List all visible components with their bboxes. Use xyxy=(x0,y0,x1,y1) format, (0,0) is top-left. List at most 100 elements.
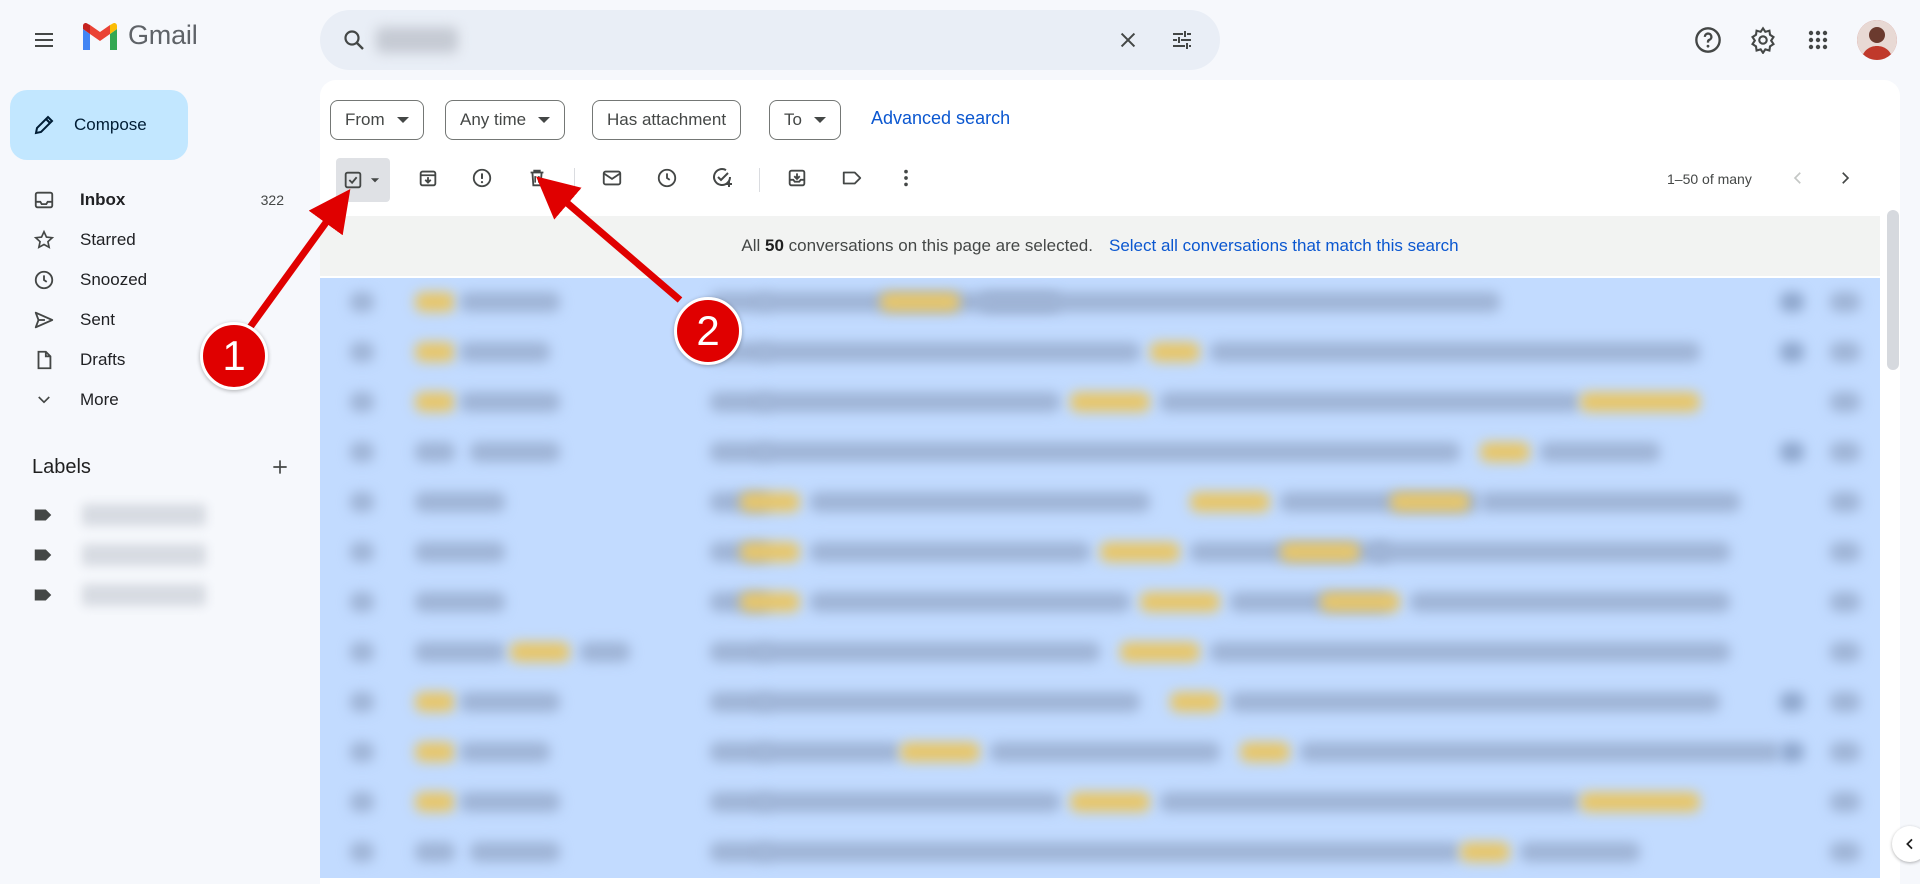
sidebar-label-item[interactable] xyxy=(32,540,292,570)
search-button[interactable] xyxy=(334,20,374,60)
redacted-email-content xyxy=(1830,342,1860,362)
filter-chip-from[interactable]: From xyxy=(330,100,424,140)
settings-button[interactable] xyxy=(1742,19,1784,61)
search-bar[interactable] xyxy=(320,10,1220,70)
redacted-email-content xyxy=(760,792,1060,812)
add-to-tasks-button[interactable] xyxy=(702,158,742,198)
email-row[interactable] xyxy=(320,678,1880,728)
redacted-email-content xyxy=(1150,342,1200,362)
sidebar-item-label: More xyxy=(80,390,119,409)
redacted-email-content xyxy=(415,742,455,762)
caret-down-icon xyxy=(370,178,380,183)
sidebar-item-more[interactable]: More xyxy=(0,380,296,420)
more-actions-button[interactable] xyxy=(886,158,926,198)
redacted-email-content xyxy=(460,742,550,762)
select-all-checkbox-dropdown[interactable] xyxy=(336,158,390,202)
sidebar-item-label: Drafts xyxy=(80,350,126,369)
email-row[interactable] xyxy=(320,278,1880,328)
email-list xyxy=(320,278,1880,878)
redacted-email-content xyxy=(460,342,550,362)
redacted-email-content xyxy=(1580,392,1700,412)
redacted-email-content xyxy=(1540,442,1660,462)
gmail-m-icon xyxy=(83,22,117,50)
sidebar-label-item[interactable] xyxy=(32,580,292,610)
sidebar-item-starred[interactable]: Starred xyxy=(0,220,296,260)
google-apps-button[interactable] xyxy=(1797,19,1839,61)
side-panel-toggle[interactable] xyxy=(1892,826,1920,862)
select-all-matching-link[interactable]: Select all conversations that match this… xyxy=(1109,236,1459,256)
redacted-email-content xyxy=(1830,642,1860,662)
newer-page-button[interactable] xyxy=(1825,158,1865,198)
label-tag-icon xyxy=(34,549,52,561)
inbox-icon xyxy=(32,188,56,212)
email-row[interactable] xyxy=(320,828,1880,878)
move-to-button[interactable] xyxy=(777,158,817,198)
filter-chip-to[interactable]: To xyxy=(769,100,841,140)
redacted-email-content xyxy=(350,442,374,462)
email-row[interactable] xyxy=(320,728,1880,778)
email-row[interactable] xyxy=(320,378,1880,428)
hamburger-icon xyxy=(35,33,53,47)
redacted-email-content xyxy=(1280,542,1360,562)
redacted-email-content xyxy=(1830,592,1860,612)
redacted-email-content xyxy=(1580,792,1700,812)
dropdown-arrow-icon xyxy=(813,117,826,123)
search-options-button[interactable] xyxy=(1162,20,1202,60)
snooze-button[interactable] xyxy=(647,158,687,198)
redacted-email-content xyxy=(415,542,505,562)
delete-button[interactable] xyxy=(517,158,557,198)
help-icon xyxy=(1695,27,1721,53)
redacted-email-content xyxy=(1230,692,1720,712)
redacted-email-content xyxy=(740,492,800,512)
search-icon xyxy=(344,30,364,50)
redacted-email-content xyxy=(350,642,374,662)
sidebar-item-label: Inbox xyxy=(80,190,126,209)
email-row[interactable] xyxy=(320,578,1880,628)
filter-chip-any-time[interactable]: Any time xyxy=(445,100,566,140)
redacted-email-content xyxy=(510,642,570,662)
email-row[interactable] xyxy=(320,628,1880,678)
clear-search-button[interactable] xyxy=(1108,20,1148,60)
filter-chip-label: To xyxy=(784,110,802,129)
email-row[interactable] xyxy=(320,478,1880,528)
archive-button[interactable] xyxy=(408,158,448,198)
labels-button[interactable] xyxy=(832,158,872,198)
account-avatar[interactable] xyxy=(1857,20,1897,60)
clock-icon xyxy=(657,168,677,188)
label-name-redacted xyxy=(82,544,206,566)
advanced-search-link[interactable]: Advanced search xyxy=(871,108,1010,129)
redacted-email-content xyxy=(470,442,560,462)
labels-title: Labels xyxy=(32,455,91,478)
redacted-email-content xyxy=(1410,592,1730,612)
search-input[interactable] xyxy=(386,24,946,56)
email-row[interactable] xyxy=(320,328,1880,378)
scrollbar[interactable] xyxy=(1887,210,1899,370)
redacted-email-content xyxy=(900,742,980,762)
redacted-email-content xyxy=(1830,842,1860,862)
sidebar-item-snoozed[interactable]: Snoozed xyxy=(0,260,296,300)
mark-as-read-button[interactable] xyxy=(592,158,632,198)
gmail-logo[interactable]: Gmail xyxy=(80,20,198,51)
redacted-email-content xyxy=(1460,842,1510,862)
redacted-email-content xyxy=(760,842,1460,862)
redacted-email-content xyxy=(1830,492,1860,512)
support-button[interactable] xyxy=(1687,19,1729,61)
redacted-email-content xyxy=(470,842,560,862)
redacted-email-content xyxy=(1830,442,1860,462)
dropdown-arrow-icon xyxy=(538,117,551,123)
email-row[interactable] xyxy=(320,778,1880,828)
report-spam-button[interactable] xyxy=(462,158,502,198)
chevron-left-icon xyxy=(1793,172,1801,184)
email-row[interactable] xyxy=(320,428,1880,478)
compose-button[interactable]: Compose xyxy=(10,90,188,160)
redacted-email-content xyxy=(760,392,1060,412)
redacted-email-content xyxy=(350,542,374,562)
email-row[interactable] xyxy=(320,528,1880,578)
main-menu-button[interactable] xyxy=(22,18,66,62)
filter-chip-has-attachment[interactable]: Has attachment xyxy=(592,100,742,140)
sidebar-label-item[interactable] xyxy=(32,500,292,530)
sidebar-item-inbox[interactable]: Inbox 322 xyxy=(0,180,296,220)
create-label-button[interactable] xyxy=(268,455,292,479)
older-page-button[interactable] xyxy=(1778,158,1818,198)
app-name: Gmail xyxy=(128,20,198,50)
